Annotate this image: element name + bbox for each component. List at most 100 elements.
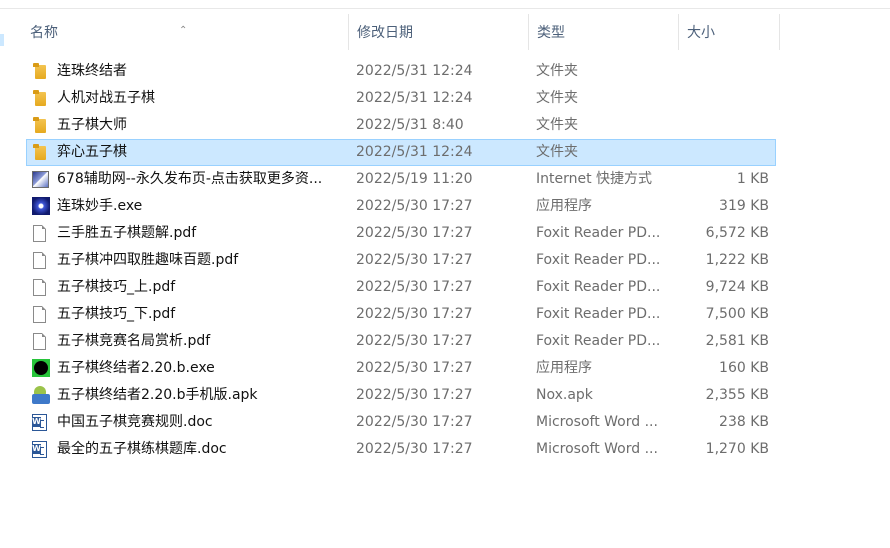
- file-size: [666, 139, 769, 166]
- file-name: 五子棋冲四取胜趣味百题.pdf: [57, 252, 239, 268]
- column-header-name-label: 名称: [30, 25, 58, 41]
- pdf-document-icon: [33, 306, 46, 323]
- file-name: 连珠妙手.exe: [57, 198, 143, 214]
- file-icon-cell: [32, 436, 52, 463]
- file-size: 1,222 KB: [705, 252, 769, 268]
- gomoku-app-icon: [32, 359, 50, 377]
- file-row[interactable]: 五子棋竞赛名局赏析.pdf 2022/5/30 17:27 Foxit Reader…: [26, 328, 776, 355]
- file-icon-cell: [32, 355, 52, 382]
- apk-package-icon: [32, 386, 50, 404]
- file-name: 三手胜五子棋题解.pdf: [57, 225, 197, 241]
- sort-ascending-icon: ⌃: [179, 25, 188, 36]
- column-header-size[interactable]: 大小: [679, 14, 780, 50]
- file-type: 文件夹: [536, 117, 578, 133]
- file-type: Internet 快捷方式: [536, 171, 653, 187]
- file-date-modified: 2022/5/19 11:20: [356, 171, 473, 187]
- file-size: 160 KB: [719, 360, 769, 376]
- file-row[interactable]: 人机对战五子棋 2022/5/31 12:24 文件夹: [26, 85, 776, 112]
- file-date-modified: 2022/5/30 17:27: [356, 360, 473, 376]
- folder-icon: [33, 144, 46, 160]
- file-size: [666, 112, 769, 139]
- file-size: 1 KB: [736, 171, 769, 187]
- file-icon-cell: [32, 220, 52, 247]
- file-date-modified: 2022/5/30 17:27: [356, 252, 473, 268]
- file-date-modified: 2022/5/30 17:27: [356, 225, 473, 241]
- file-row[interactable]: 弈心五子棋 2022/5/31 12:24 文件夹: [26, 139, 776, 166]
- folder-icon: [33, 117, 46, 133]
- file-row[interactable]: 连珠妙手.exe 2022/5/30 17:27 应用程序 319 KB: [26, 193, 776, 220]
- file-date-modified: 2022/5/30 17:27: [356, 306, 473, 322]
- file-row[interactable]: 五子棋终结者2.20.b手机版.apk 2022/5/30 17:27 Nox.ap…: [26, 382, 776, 409]
- pdf-document-icon: [33, 252, 46, 269]
- file-name: 五子棋大师: [57, 117, 127, 133]
- file-type: Microsoft Word ...: [536, 441, 658, 457]
- file-type: 文件夹: [536, 63, 578, 79]
- column-header-type-label: 类型: [537, 25, 565, 41]
- file-name: 连珠终结者: [57, 63, 127, 79]
- file-size: 6,572 KB: [705, 225, 769, 241]
- file-date-modified: 2022/5/30 17:27: [356, 279, 473, 295]
- pdf-document-icon: [33, 225, 46, 242]
- file-type: Foxit Reader PD...: [536, 306, 661, 322]
- file-row[interactable]: 三手胜五子棋题解.pdf 2022/5/30 17:27 Foxit Reader …: [26, 220, 776, 247]
- file-icon-cell: [32, 166, 52, 193]
- file-type: Nox.apk: [536, 387, 593, 403]
- file-row[interactable]: 五子棋技巧_下.pdf 2022/5/30 17:27 Foxit Reader P…: [26, 301, 776, 328]
- file-row[interactable]: 五子棋技巧_上.pdf 2022/5/30 17:27 Foxit Reader P…: [26, 274, 776, 301]
- application-icon: [32, 197, 50, 215]
- file-name: 五子棋技巧_上.pdf: [57, 279, 176, 295]
- file-icon-cell: [32, 382, 52, 409]
- internet-shortcut-icon: [32, 171, 49, 188]
- file-type: Microsoft Word ...: [536, 414, 658, 430]
- file-size: 9,724 KB: [705, 279, 769, 295]
- file-icon-cell: [32, 85, 52, 112]
- file-date-modified: 2022/5/30 17:27: [356, 441, 473, 457]
- file-row[interactable]: 五子棋终结者2.20.b.exe 2022/5/30 17:27 应用程序 160 K…: [26, 355, 776, 382]
- file-icon-cell: [32, 112, 52, 139]
- file-icon-cell: [32, 247, 52, 274]
- file-size: 2,581 KB: [705, 333, 769, 349]
- file-row[interactable]: 中国五子棋竞赛规则.doc 2022/5/30 17:27 Microsoft Wo…: [26, 409, 776, 436]
- pdf-document-icon: [33, 333, 46, 350]
- file-name: 五子棋终结者2.20.b手机版.apk: [57, 387, 258, 403]
- file-icon-cell: [32, 193, 52, 220]
- file-date-modified: 2022/5/30 17:27: [356, 333, 473, 349]
- file-icon-cell: [32, 301, 52, 328]
- file-type: Foxit Reader PD...: [536, 333, 661, 349]
- word-document-icon: [32, 414, 47, 431]
- file-size: 2,355 KB: [705, 387, 769, 403]
- file-type: 文件夹: [536, 90, 578, 106]
- file-row[interactable]: 五子棋大师 2022/5/31 8:40 文件夹: [26, 112, 776, 139]
- file-row[interactable]: 最全的五子棋练棋题库.doc 2022/5/30 17:27 Microsoft W…: [26, 436, 776, 463]
- file-row[interactable]: 连珠终结者 2022/5/31 12:24 文件夹: [26, 58, 776, 85]
- file-name: 五子棋技巧_下.pdf: [57, 306, 176, 322]
- file-name: 678辅助网--永久发布页-点击获取更多资...: [57, 171, 323, 187]
- folder-icon: [33, 63, 46, 79]
- column-divider[interactable]: [779, 14, 780, 50]
- file-type: 应用程序: [536, 360, 592, 376]
- pdf-document-icon: [33, 279, 46, 296]
- file-row[interactable]: 678辅助网--永久发布页-点击获取更多资... 2022/5/19 11:20 I…: [26, 166, 776, 193]
- folder-icon: [33, 90, 46, 106]
- file-type: 文件夹: [536, 144, 578, 160]
- file-date-modified: 2022/5/31 12:24: [356, 90, 473, 106]
- file-icon-cell: [32, 409, 52, 436]
- file-row[interactable]: 五子棋冲四取胜趣味百题.pdf 2022/5/30 17:27 Foxit Read…: [26, 247, 776, 274]
- file-size: 319 KB: [719, 198, 769, 214]
- window-top-edge: [0, 0, 890, 9]
- column-header-date-label: 修改日期: [357, 25, 413, 41]
- file-date-modified: 2022/5/31 8:40: [356, 117, 464, 133]
- column-header-size-label: 大小: [687, 25, 715, 41]
- file-name: 中国五子棋竞赛规则.doc: [57, 414, 213, 430]
- file-name: 最全的五子棋练棋题库.doc: [57, 441, 227, 457]
- file-icon-cell: [32, 58, 52, 85]
- file-size: [666, 85, 769, 112]
- file-icon-cell: [32, 274, 52, 301]
- column-header-name[interactable]: 名称 ⌃: [22, 14, 349, 50]
- file-name: 弈心五子棋: [57, 144, 127, 160]
- file-size: 7,500 KB: [705, 306, 769, 322]
- column-header-type[interactable]: 类型: [529, 14, 679, 50]
- column-header-date-modified[interactable]: 修改日期: [349, 14, 529, 50]
- file-name: 五子棋竞赛名局赏析.pdf: [57, 333, 211, 349]
- file-date-modified: 2022/5/30 17:27: [356, 414, 473, 430]
